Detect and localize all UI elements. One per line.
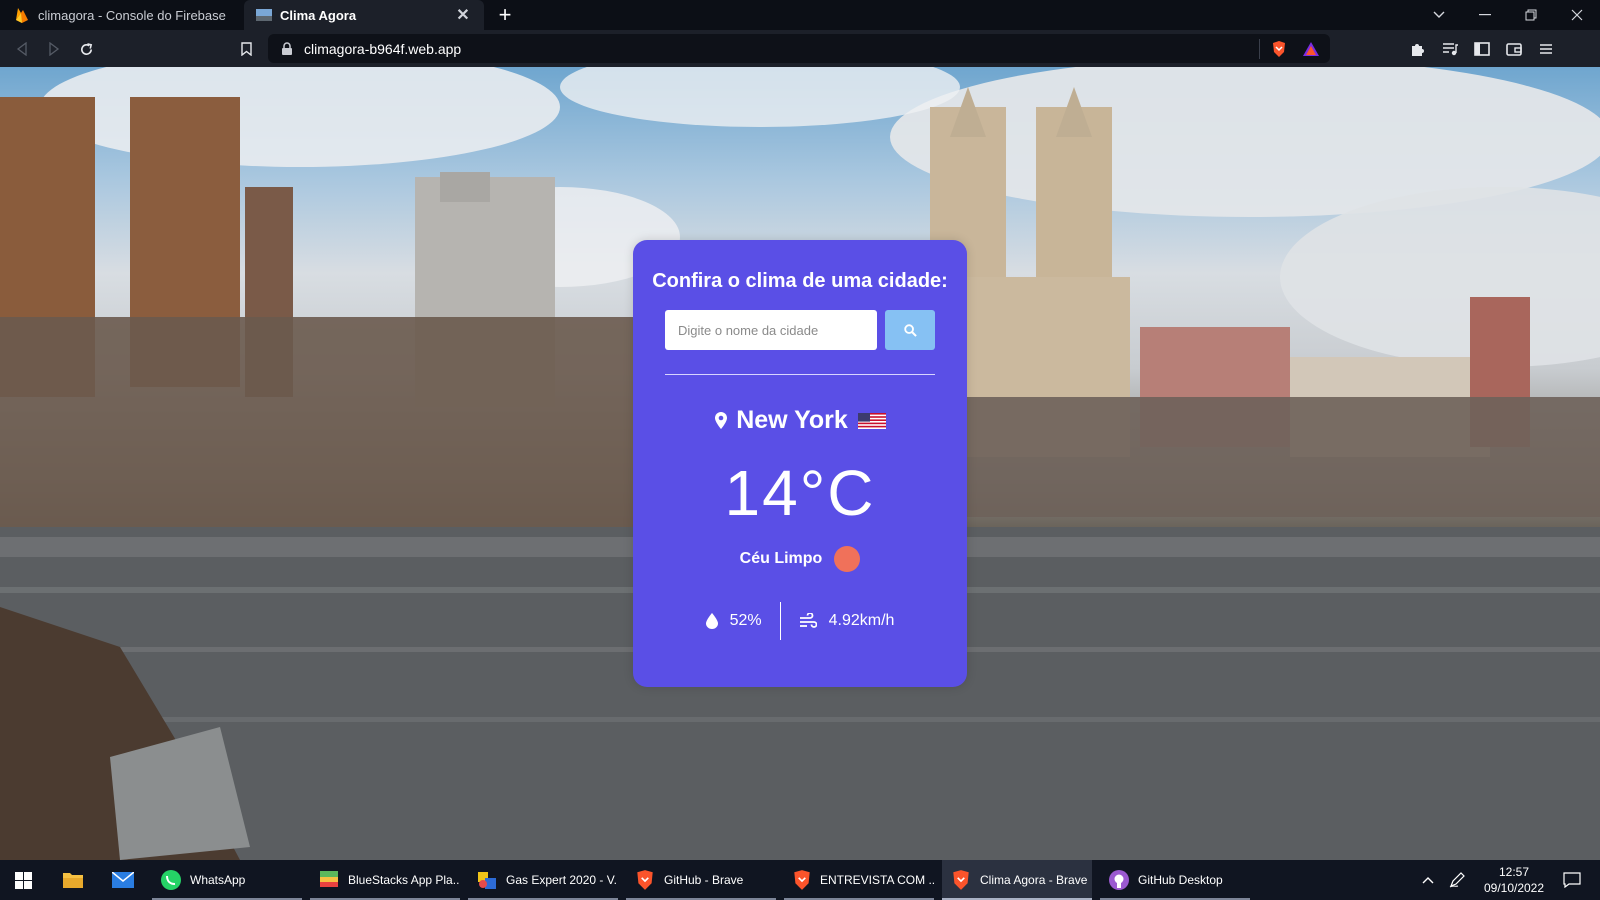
taskbar-item-label: GitHub Desktop [1138, 873, 1223, 887]
clock-time: 12:57 [1498, 865, 1530, 879]
tab-firebase-console[interactable]: climagora - Console do Firebase [2, 0, 240, 30]
taskbar-item-gas-expert[interactable]: Gas Expert 2020 - V... [468, 860, 618, 900]
clear-sky-weather-icon [834, 546, 861, 572]
taskbar-item-label: Clima Agora - Brave [980, 873, 1088, 887]
wallet-icon[interactable] [1504, 39, 1524, 59]
forward-icon[interactable] [40, 35, 68, 63]
brave-rewards-icon[interactable] [1302, 40, 1320, 58]
weather-card: Confira o clima de uma cidade: New York … [633, 240, 967, 687]
file-explorer-button[interactable] [50, 860, 96, 900]
taskbar-item-label: GitHub - Brave [664, 873, 744, 887]
taskbar-item-clima-agora-brave[interactable]: Clima Agora - Brave [942, 860, 1092, 900]
details-divider [779, 602, 781, 640]
search-icon [903, 323, 917, 337]
location-pin-icon [715, 411, 728, 429]
start-button[interactable] [0, 860, 46, 900]
brave-icon [634, 869, 656, 891]
search-button[interactable] [885, 310, 935, 350]
tab-title: climagora - Console do Firebase [38, 7, 226, 23]
sidebar-icon[interactable] [1472, 39, 1492, 59]
humidity-detail: 52% [705, 612, 762, 630]
humidity-drop-icon [705, 613, 718, 629]
lock-icon [282, 41, 292, 55]
wind-value: 4.92km/h [828, 612, 895, 629]
pen-workspace-icon[interactable] [1444, 860, 1470, 900]
clock-date: 09/10/2022 [1483, 881, 1545, 895]
whatsapp-icon [160, 869, 182, 891]
taskbar-item-entrevista-brave[interactable]: ENTREVISTA COM ... [784, 860, 934, 900]
taskbar-item-whatsapp[interactable]: WhatsApp [152, 860, 302, 900]
tab-clima-agora[interactable]: Clima Agora ✕ [244, 0, 484, 30]
action-center-icon[interactable] [1552, 860, 1592, 900]
taskbar-item-label: ENTREVISTA COM ... [820, 873, 934, 887]
taskbar-item-label: Gas Expert 2020 - V... [506, 873, 618, 887]
menu-icon[interactable] [1536, 39, 1556, 59]
reload-icon[interactable] [72, 35, 100, 63]
wind-detail: 4.92km/h [799, 612, 895, 630]
site-favicon [256, 7, 272, 23]
city-name: New York [736, 406, 848, 434]
github-desktop-icon [1108, 869, 1130, 891]
taskbar-item-label: WhatsApp [190, 873, 246, 887]
new-tab-button[interactable]: + [492, 2, 518, 28]
temperature-value: 14 [724, 457, 800, 529]
restore-icon[interactable] [1508, 0, 1554, 30]
firebase-icon [14, 7, 30, 23]
mail-icon [112, 872, 134, 888]
taskbar-item-bluestacks[interactable]: BlueStacks App Pla... [310, 860, 460, 900]
system-clock[interactable]: 12:57 09/10/2022 [1474, 864, 1554, 896]
temperature-display: 14°C [633, 456, 967, 530]
us-flag-icon [857, 412, 886, 429]
brave-icon [792, 869, 812, 891]
wind-icon [799, 613, 817, 628]
close-window-icon[interactable] [1554, 0, 1600, 30]
mail-button[interactable] [100, 860, 146, 900]
tab-search-chevron-icon[interactable] [1416, 0, 1462, 30]
city-search-input[interactable] [665, 310, 877, 350]
folder-icon [63, 873, 83, 888]
windows-taskbar: WhatsApp BlueStacks App Pla... Gas Exper… [0, 860, 1600, 900]
taskbar-item-label: BlueStacks App Pla... [348, 873, 460, 887]
extensions-icon[interactable] [1408, 39, 1428, 59]
windows-logo-icon [14, 871, 32, 889]
taskbar-item-github-brave[interactable]: GitHub - Brave [626, 860, 776, 900]
back-icon[interactable] [8, 35, 36, 63]
bookmark-icon[interactable] [232, 35, 260, 63]
address-bar[interactable]: climagora-b964f.web.app [268, 34, 1330, 63]
card-heading: Confira o clima de uma cidade: [652, 270, 948, 292]
close-tab-icon[interactable]: ✕ [454, 5, 472, 25]
bluestacks-icon [318, 869, 340, 891]
location-row: New York [633, 406, 967, 435]
show-hidden-icons-chevron-icon[interactable] [1416, 860, 1440, 900]
gas-expert-icon [476, 869, 498, 891]
address-bar-divider [1259, 38, 1260, 59]
brave-shields-icon[interactable] [1270, 40, 1288, 58]
card-divider [665, 374, 935, 375]
browser-toolbar: climagora-b964f.web.app [0, 30, 1600, 67]
condition-row: Céu Limpo [633, 546, 967, 572]
url-text: climagora-b964f.web.app [304, 40, 462, 57]
humidity-value: 52% [729, 612, 762, 629]
taskbar-item-github-desktop[interactable]: GitHub Desktop [1100, 860, 1250, 900]
weather-details: 52% 4.92km/h [633, 602, 967, 640]
temperature-unit: °C [799, 457, 876, 529]
media-playlist-icon[interactable] [1440, 39, 1460, 59]
tab-title: Clima Agora [280, 7, 357, 23]
brave-icon [950, 869, 972, 891]
weather-description: Céu Limpo [739, 550, 823, 567]
minimize-icon[interactable] [1462, 0, 1508, 30]
browser-tab-strip: climagora - Console do Firebase Clima Ag… [0, 0, 1600, 30]
